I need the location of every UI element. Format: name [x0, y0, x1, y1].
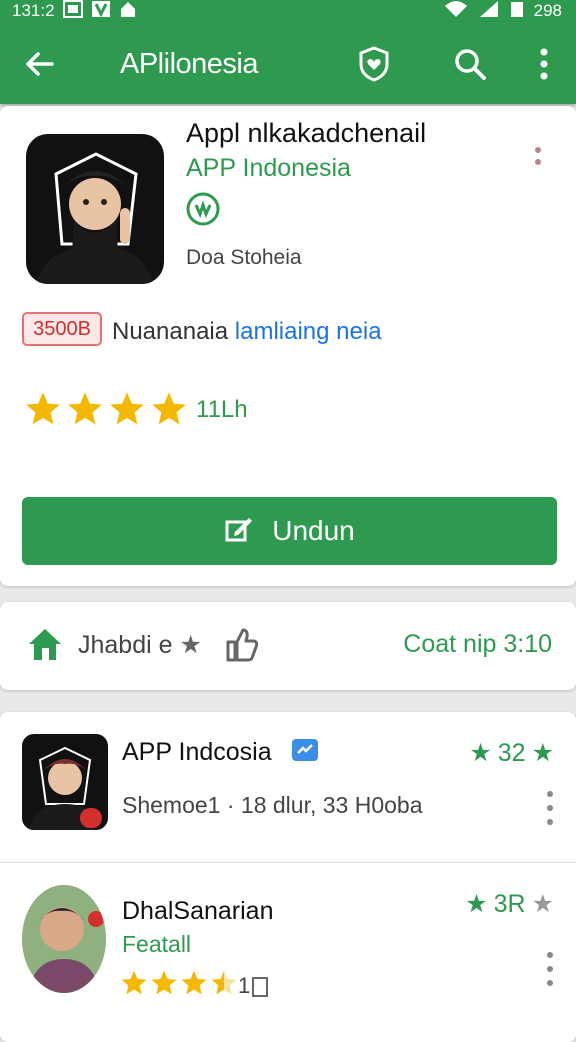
editors-choice-icon — [186, 192, 220, 226]
list-item-title: DhalSanarian — [122, 897, 274, 925]
list-item-avatar — [22, 885, 106, 993]
star-icon — [211, 970, 237, 995]
home-icon — [119, 0, 137, 23]
app-bar-title: APlilonesia — [120, 48, 258, 80]
related-apps-list: APP Indcosia Shemoe1 · 18 dlur, 33 H0oba… — [0, 712, 576, 1042]
app-name: Appl nlkakadchenail — [186, 118, 427, 148]
search-icon[interactable] — [452, 44, 488, 84]
star-icon — [152, 392, 186, 425]
app-category: Doa Stoheia — [186, 246, 302, 269]
back-arrow-icon[interactable] — [22, 46, 58, 82]
star-icon — [181, 970, 207, 995]
action-right-label[interactable]: Coat nip 3:10 — [403, 630, 552, 659]
star-icon: ★ — [172, 631, 202, 659]
star-icon — [26, 392, 60, 425]
shield-heart-icon[interactable] — [356, 44, 392, 84]
rating-stars — [24, 390, 188, 428]
battery-level: 298 — [533, 1, 562, 20]
more-vert-icon[interactable] — [526, 44, 562, 84]
home-icon[interactable] — [26, 626, 64, 662]
list-item-rating: ★ 3R ★ — [465, 889, 554, 919]
list-item-meta: Shemoe1 · 18 dlur, 33 H0oba — [122, 792, 423, 818]
star-icon — [68, 392, 102, 425]
rating-count: 1 — [238, 973, 269, 999]
price-text: Nuananaia — [112, 318, 229, 345]
price-badge: 3500B — [22, 312, 102, 346]
app-bar: APlilonesia — [0, 22, 576, 104]
app-icon — [26, 134, 164, 284]
star-icon: ★ — [531, 739, 554, 767]
signal-icon — [478, 0, 500, 23]
box-icon — [252, 977, 269, 998]
gallery-icon — [62, 0, 83, 23]
list-item-subtitle: Featall — [122, 931, 192, 957]
rating-count: 11Lh — [196, 396, 248, 423]
price-highlight-link[interactable]: lamliaing neia — [235, 318, 382, 345]
more-vert-icon[interactable] — [546, 951, 554, 987]
status-bar: 131:2 298 — [0, 0, 576, 22]
star-icon: ★ — [469, 739, 492, 767]
star-icon: ★ — [531, 890, 554, 918]
list-item-title: APP Indcosia — [122, 738, 319, 769]
install-label: Undun — [272, 515, 355, 546]
star-icon — [110, 392, 144, 425]
verified-badge-icon — [291, 738, 319, 769]
battery-icon — [510, 0, 524, 23]
price-description: Nuananaia lamliaing neia — [112, 318, 382, 346]
action-left-label[interactable]: Jhabdi e ★ — [78, 630, 202, 660]
star-icon — [151, 970, 177, 995]
more-vert-icon[interactable] — [528, 144, 548, 172]
status-time: 131:2 — [12, 1, 55, 20]
list-item-rating: ★ 32 ★ — [469, 738, 554, 768]
wifi-icon — [444, 0, 468, 23]
star-icon: ★ — [465, 890, 488, 918]
list-item[interactable]: DhalSanarian Featall 1 ★ 3R ★ — [0, 862, 576, 1013]
more-vert-icon[interactable] — [546, 790, 554, 826]
edit-icon — [224, 513, 254, 550]
v-icon — [91, 0, 111, 23]
thumbs-up-icon[interactable] — [222, 626, 260, 664]
star-icon — [121, 970, 147, 995]
install-button[interactable]: Undun — [22, 497, 557, 565]
list-item[interactable]: APP Indcosia Shemoe1 · 18 dlur, 33 H0oba… — [0, 712, 576, 862]
rating-stars — [120, 969, 238, 997]
action-bar: Jhabdi e ★ Coat nip 3:10 — [0, 602, 576, 690]
app-detail-card: Appl nlkakadchenail APP Indonesia Doa St… — [0, 106, 576, 586]
developer-link[interactable]: APP Indonesia — [186, 154, 351, 183]
list-item-icon — [22, 734, 108, 830]
